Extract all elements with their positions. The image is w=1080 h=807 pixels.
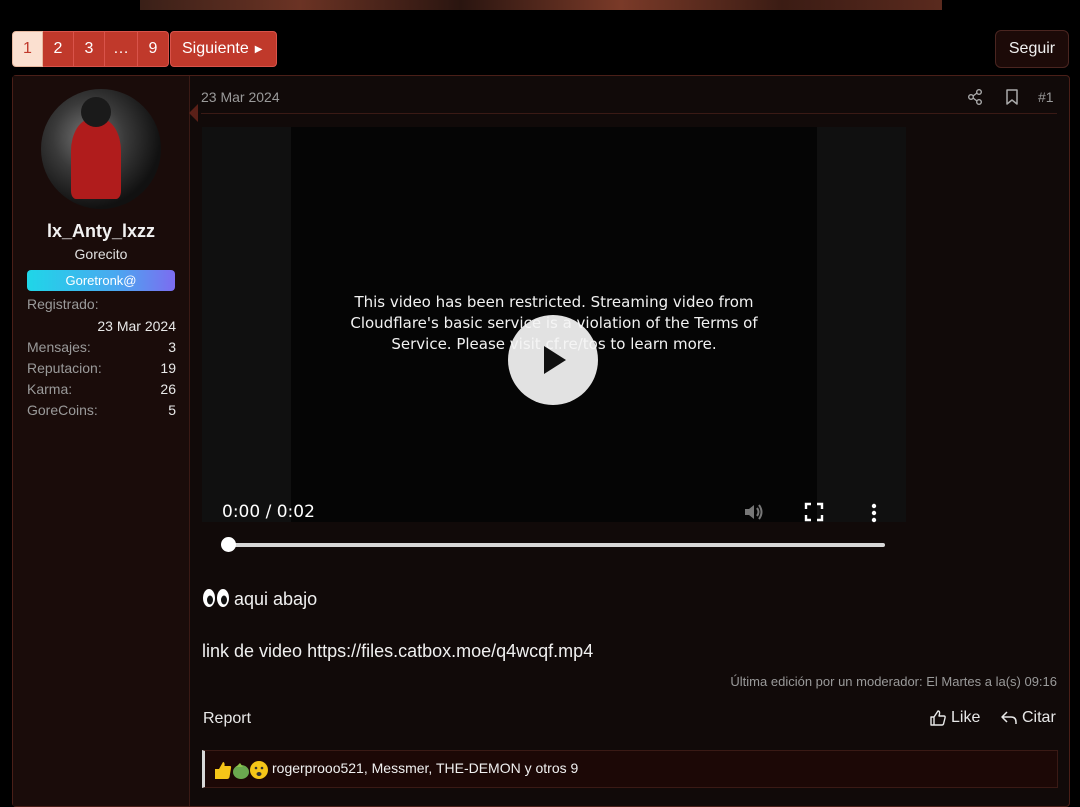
volume-icon[interactable] bbox=[742, 500, 766, 524]
share-icon[interactable] bbox=[966, 88, 984, 106]
eyes-emoji-icon bbox=[203, 589, 229, 607]
page-2-button[interactable]: 2 bbox=[43, 31, 74, 67]
thumbs-up-icon bbox=[930, 710, 946, 726]
page-3-button[interactable]: 3 bbox=[74, 31, 105, 67]
pagination: 1 2 3 … 9 bbox=[12, 31, 169, 67]
post-date[interactable]: 23 Mar 2024 bbox=[201, 89, 280, 105]
header-banner-image bbox=[140, 0, 942, 10]
post-number[interactable]: #1 bbox=[1038, 89, 1054, 105]
report-link[interactable]: Report bbox=[203, 710, 251, 728]
messages-value: 3 bbox=[168, 339, 176, 355]
reaction-icons bbox=[215, 761, 268, 779]
bookmark-icon[interactable] bbox=[1003, 88, 1021, 106]
karma-value: 26 bbox=[160, 381, 176, 397]
post-message: lx_Anty_lxzz Gorecito Goretronk@ Registr… bbox=[12, 75, 1070, 807]
gorecoins-label: GoreCoins: bbox=[27, 402, 98, 418]
fullscreen-icon[interactable] bbox=[804, 502, 824, 522]
reactions-bar[interactable]: rogerprooo521, Messmer, THE-DEMON y otro… bbox=[202, 750, 1058, 788]
post-text-line-1: aqui abajo bbox=[202, 588, 317, 610]
reputation-value: 19 bbox=[160, 360, 176, 376]
like-label: Like bbox=[951, 709, 981, 726]
like-button[interactable]: Like bbox=[929, 709, 980, 727]
messages-label: Mensajes: bbox=[27, 339, 91, 355]
avatar-figure bbox=[71, 119, 121, 199]
play-icon bbox=[544, 346, 566, 374]
header-divider bbox=[201, 113, 1057, 114]
quote-label: Citar bbox=[1022, 709, 1056, 726]
post-text-line-2: link de video https://files.catbox.moe/q… bbox=[202, 641, 594, 661]
page-9-button[interactable]: 9 bbox=[138, 31, 169, 67]
avatar[interactable] bbox=[41, 89, 161, 209]
next-page-label: Siguiente bbox=[182, 40, 249, 57]
quote-button[interactable]: Citar bbox=[1000, 709, 1056, 727]
post-text-1: aqui abajo bbox=[234, 589, 318, 609]
reputation-label: Reputacion: bbox=[27, 360, 102, 376]
reply-arrow-icon bbox=[1001, 711, 1017, 724]
seek-bar[interactable] bbox=[229, 543, 885, 547]
next-page-button[interactable]: Siguiente ▶ bbox=[170, 31, 278, 67]
sidebar-pointer bbox=[189, 104, 198, 122]
user-sidebar: lx_Anty_lxzz Gorecito Goretronk@ Registr… bbox=[13, 76, 190, 806]
last-edit-note: Última edición por un moderador: El Mart… bbox=[730, 674, 1057, 689]
page-1-button[interactable]: 1 bbox=[12, 31, 43, 67]
follow-button[interactable]: Seguir bbox=[995, 30, 1069, 68]
video-time: 0:00 / 0:02 bbox=[222, 502, 315, 522]
registered-value: 23 Mar 2024 bbox=[97, 318, 176, 334]
username[interactable]: lx_Anty_lxzz bbox=[13, 221, 189, 242]
karma-label: Karma: bbox=[27, 381, 73, 397]
user-title: Gorecito bbox=[74, 246, 128, 262]
caret-right-icon: ▶ bbox=[254, 44, 263, 55]
reactions-list[interactable]: rogerprooo521, Messmer, THE-DEMON y otro… bbox=[272, 760, 578, 776]
registered-label: Registrado: bbox=[27, 296, 99, 312]
more-options-icon[interactable] bbox=[862, 501, 886, 525]
gorecoins-value: 5 bbox=[168, 402, 176, 418]
seek-handle[interactable] bbox=[221, 537, 236, 552]
user-banner-badge: Goretronk@ bbox=[27, 270, 175, 291]
avatar-head bbox=[81, 97, 111, 127]
page-ellipsis-button[interactable]: … bbox=[105, 31, 138, 67]
video-player[interactable]: This video has been restricted. Streamin… bbox=[202, 127, 906, 552]
play-button[interactable] bbox=[508, 315, 598, 405]
